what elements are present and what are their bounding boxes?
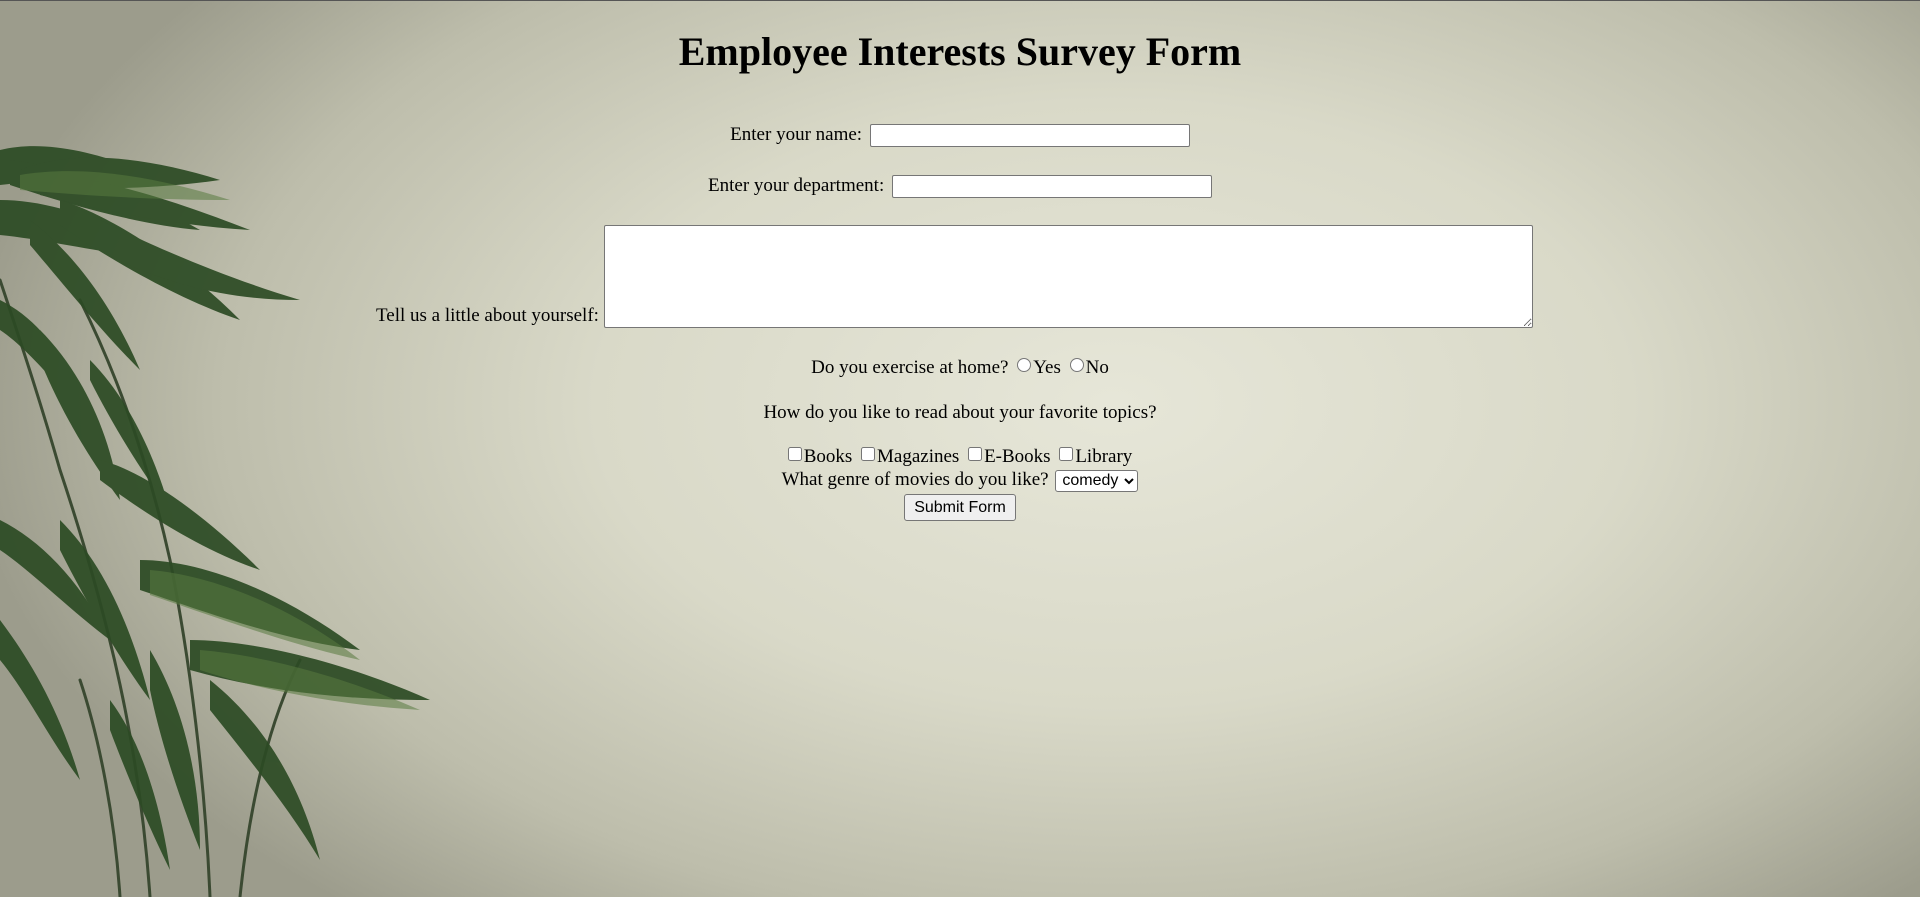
exercise-question: Do you exercise at home?	[811, 357, 1009, 378]
exercise-yes-radio[interactable]	[1017, 358, 1032, 372]
name-input[interactable]	[869, 124, 1190, 148]
exercise-no-label: No	[1085, 357, 1109, 378]
ebooks-label: E-Books	[984, 446, 1051, 467]
reading-question-row: How do you like to read about your favor…	[0, 402, 1920, 424]
magazines-checkbox[interactable]	[861, 447, 876, 461]
movies-genre-select[interactable]: comedy	[1055, 469, 1139, 492]
ebooks-checkbox[interactable]	[968, 447, 983, 461]
about-row: Tell us a little about yourself:	[376, 225, 1546, 328]
top-border	[0, 0, 1920, 1]
about-textarea[interactable]	[603, 225, 1533, 328]
exercise-yes-label: Yes	[1033, 357, 1061, 378]
submit-row: Submit Form	[0, 494, 1920, 521]
department-row: Enter your department:	[0, 175, 1920, 199]
name-row: Enter your name:	[0, 124, 1920, 148]
movies-question: What genre of movies do you like?	[781, 469, 1049, 490]
reading-options-row: Books Magazines E-Books Library	[0, 446, 1920, 468]
department-input[interactable]	[891, 175, 1212, 199]
books-checkbox[interactable]	[787, 447, 802, 461]
books-label: Books	[803, 446, 853, 467]
movies-row: What genre of movies do you like? comedy	[0, 469, 1920, 492]
magazines-label: Magazines	[877, 446, 960, 467]
exercise-row: Do you exercise at home? Yes No	[0, 357, 1920, 379]
library-label: Library	[1075, 446, 1133, 467]
about-label: Tell us a little about yourself:	[376, 305, 599, 326]
library-checkbox[interactable]	[1059, 447, 1074, 461]
submit-button[interactable]: Submit Form	[904, 494, 1016, 521]
reading-question: How do you like to read about your favor…	[763, 402, 1157, 423]
exercise-no-radio[interactable]	[1069, 358, 1084, 372]
page-title: Employee Interests Survey Form	[678, 29, 1242, 74]
department-label: Enter your department:	[708, 175, 885, 196]
name-label: Enter your name:	[730, 124, 863, 145]
